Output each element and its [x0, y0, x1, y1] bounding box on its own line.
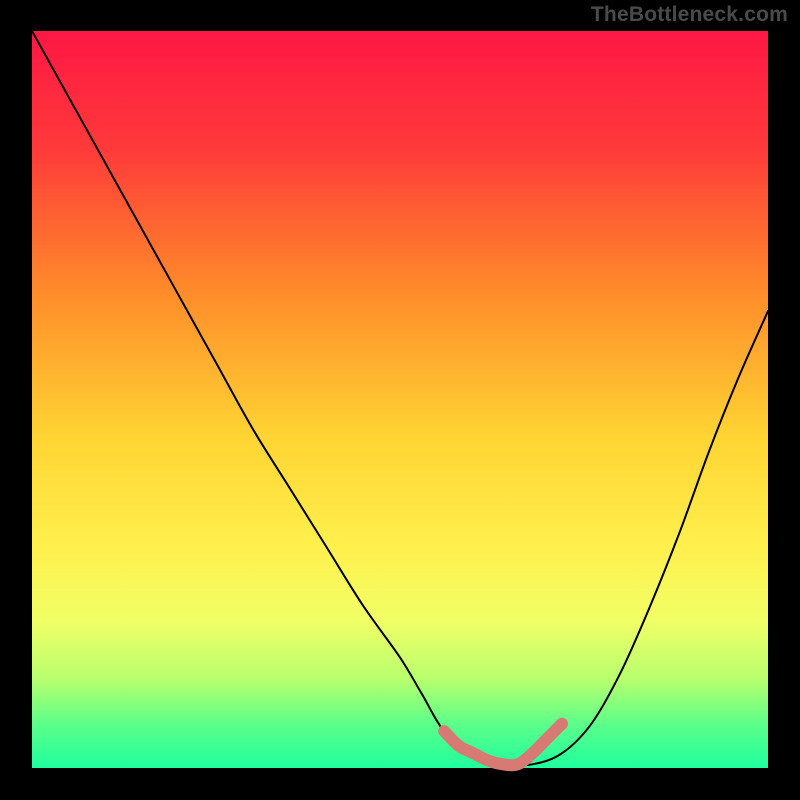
- watermark-text: TheBottleneck.com: [591, 3, 788, 27]
- marker-dot: [556, 718, 568, 730]
- bottleneck-chart: TheBottleneck.com: [0, 0, 800, 800]
- chart-canvas: [0, 0, 800, 800]
